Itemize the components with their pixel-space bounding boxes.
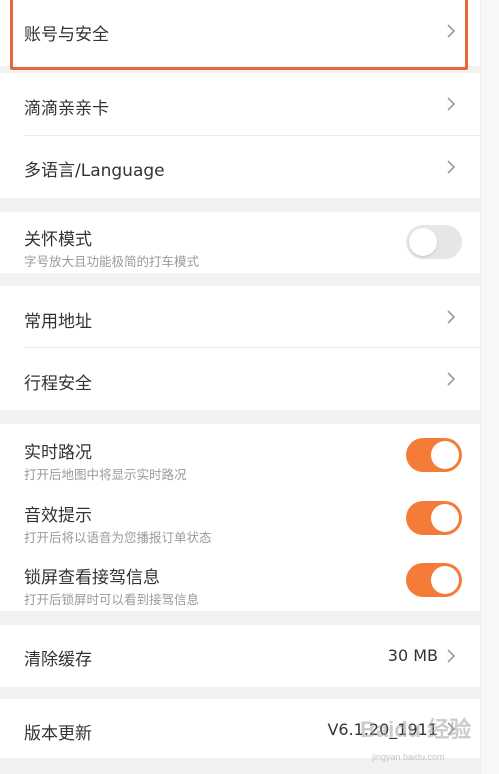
care-mode-label: 关怀模式: [24, 230, 92, 250]
lockscreen-info-toggle[interactable]: [406, 563, 462, 597]
lockscreen-info-label: 锁屏查看接驾信息: [24, 568, 160, 588]
trip-safety-row[interactable]: 行程安全: [0, 348, 480, 410]
chevron-right-icon: [444, 371, 458, 387]
care-mode-row: 关怀模式 字号放大且功能极简的打车模式: [0, 212, 480, 273]
sound-prompt-toggle[interactable]: [406, 501, 462, 535]
toggle-knob: [431, 504, 459, 532]
toggle-knob: [431, 441, 459, 469]
lockscreen-info-desc: 打开后锁屏时可以看到接驾信息: [24, 592, 200, 607]
settings-screen: 账号与安全 滴滴亲亲卡 多语言/Language 关怀模式 字号放大且功能极简的…: [0, 0, 499, 774]
realtime-traffic-label: 实时路况: [24, 443, 92, 463]
care-mode-toggle[interactable]: [406, 225, 462, 259]
cache-size-value: 30 MB: [387, 646, 438, 665]
clear-cache-row[interactable]: 清除缓存 30 MB: [0, 625, 480, 687]
chevron-right-icon: [444, 309, 458, 325]
toggle-knob: [409, 228, 437, 256]
didi-card-label: 滴滴亲亲卡: [24, 99, 109, 119]
clear-cache-label: 清除缓存: [24, 650, 92, 670]
common-address-row[interactable]: 常用地址: [0, 286, 480, 348]
watermark-url: jingyan.baidu.com: [372, 752, 445, 762]
realtime-traffic-row: 实时路况 打开后地图中将显示实时路况: [0, 424, 480, 487]
care-mode-desc: 字号放大且功能极简的打车模式: [24, 254, 200, 269]
language-label: 多语言/Language: [24, 161, 165, 181]
toggle-knob: [431, 566, 459, 594]
right-edge-strip: [480, 0, 499, 774]
realtime-traffic-toggle[interactable]: [406, 438, 462, 472]
trip-safety-label: 行程安全: [24, 374, 92, 394]
chevron-right-icon: [444, 96, 458, 112]
sound-prompt-label: 音效提示: [24, 506, 92, 526]
sound-prompt-desc: 打开后将以语音为您播报订单状态: [24, 530, 212, 545]
lockscreen-info-row: 锁屏查看接驾信息 打开后锁屏时可以看到接驾信息: [0, 549, 480, 611]
chevron-right-icon: [444, 159, 458, 175]
language-row[interactable]: 多语言/Language: [0, 136, 480, 198]
realtime-traffic-desc: 打开后地图中将显示实时路况: [24, 467, 187, 482]
sound-prompt-row: 音效提示 打开后将以语音为您播报订单状态: [0, 487, 480, 549]
chevron-right-icon: [444, 648, 458, 664]
didi-card-row[interactable]: 滴滴亲亲卡: [0, 73, 480, 136]
highlight-box: [10, 0, 468, 70]
common-address-label: 常用地址: [24, 312, 92, 332]
watermark-logo: Baidu 经验: [360, 717, 472, 742]
version-update-label: 版本更新: [24, 724, 92, 744]
